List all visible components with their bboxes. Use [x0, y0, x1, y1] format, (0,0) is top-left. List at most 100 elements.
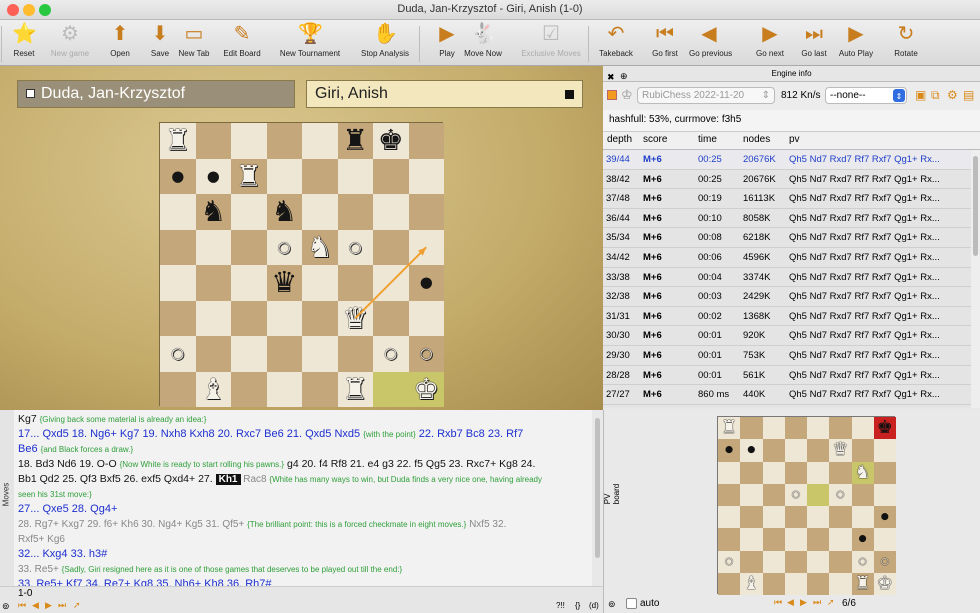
pv-last-icon[interactable]: ⏭: [813, 597, 821, 608]
moves-autoplay-icon[interactable]: ➚: [73, 600, 81, 611]
annotation-marks-button[interactable]: ?!!: [556, 601, 565, 610]
piece-f7[interactable]: ♛: [829, 439, 851, 461]
variation-d-button[interactable]: (d): [589, 601, 599, 610]
square-c8[interactable]: [762, 417, 785, 440]
square-f3[interactable]: [829, 528, 852, 551]
move-text[interactable]: Kg7: [18, 413, 40, 425]
piece-g3[interactable]: ●: [852, 528, 874, 550]
square-e5[interactable]: [807, 483, 830, 506]
auto-play-button[interactable]: ▶ Auto Play: [836, 22, 876, 58]
square-a6[interactable]: [718, 461, 741, 484]
square-h5[interactable]: [873, 483, 896, 506]
move-comment[interactable]: {White has many ways to win, but Duda fi…: [269, 475, 542, 484]
comment-braces-button[interactable]: {}: [575, 601, 580, 610]
engine-line-row[interactable]: 37/48 M+6 00:19 16113K Qh5 Nd7 Rxd7 Rf7 Rxf7…: [603, 189, 971, 209]
square-d4[interactable]: [784, 506, 807, 529]
engine-color-swatch[interactable]: [607, 90, 617, 100]
nav-circle-icon[interactable]: ⊚: [2, 601, 10, 612]
square-c1[interactable]: [762, 572, 785, 595]
new-tournament-button[interactable]: 🏆 New Tournament: [276, 22, 344, 58]
move-text[interactable]: Bb1 Qd2 25. Qf3 Bxf5 26. exf5 Qxd4+ 27.: [18, 473, 216, 485]
square-d3[interactable]: [784, 528, 807, 551]
engine-line-row[interactable]: 39/44 M+6 00:25 20676K Qh5 Nd7 Rxd7 Rf7 Rxf7…: [603, 150, 971, 170]
moves-first-icon[interactable]: ⏮: [18, 600, 26, 611]
go-last-button[interactable]: ⏭ Go last: [794, 22, 834, 58]
move-comment[interactable]: {Sadly, Giri resigned here as it is one …: [62, 565, 403, 574]
move-text[interactable]: Be6: [18, 443, 41, 455]
square-h6[interactable]: [873, 461, 896, 484]
col-score[interactable]: score: [643, 134, 667, 145]
move-comment[interactable]: {The brilliant point: this is a forced c…: [247, 520, 466, 529]
moves-side-tab[interactable]: Moves: [0, 410, 14, 586]
engine-line-row[interactable]: 35/34 M+6 00:08 6218K Qh5 Nd7 Rxd7 Rf7 Rxf7 …: [603, 228, 971, 248]
pv-close-icon[interactable]: ⊚: [608, 599, 616, 610]
move-text[interactable]: 33. Re5+ Kf7 34. Re7+ Kg8 35. Nh6+ Kh8 3…: [18, 578, 272, 586]
moves-prev-icon[interactable]: ◀: [32, 600, 39, 611]
square-d2[interactable]: [784, 550, 807, 573]
engine-settings-icon[interactable]: ⚙: [947, 88, 958, 102]
pv-chess-board[interactable]: ♜ ♚ ● ● ♛ ♞ ○ ○ ● ● ○ ○ ○ ♝ ♜ ♚: [717, 416, 896, 595]
square-d7[interactable]: [784, 439, 807, 462]
edit-board-button[interactable]: ✎ Edit Board: [222, 22, 262, 58]
square-c2[interactable]: [762, 550, 785, 573]
piece-g6[interactable]: ♞: [852, 462, 874, 484]
moves-scrollbar[interactable]: [592, 410, 603, 586]
move-now-button[interactable]: 🐇 Move Now: [463, 22, 503, 58]
move-text[interactable]: 33. Re5+: [18, 564, 62, 575]
square-d6[interactable]: [784, 461, 807, 484]
square-f1[interactable]: [829, 572, 852, 595]
exclusive-moves-button[interactable]: ☑ Exclusive Moves: [518, 22, 584, 58]
square-a1[interactable]: [718, 572, 741, 595]
engine-line-row[interactable]: 27/27 M+6 860 ms 440K Qh5 Nd7 Rxd7 Rf7 Rxf7 …: [603, 385, 971, 405]
auto-checkbox[interactable]: [626, 598, 637, 609]
square-c4[interactable]: [762, 506, 785, 529]
piece-a2[interactable]: ○: [718, 551, 740, 573]
go-previous-button[interactable]: ◀ Go previous: [689, 22, 732, 58]
engine-line-row[interactable]: 38/42 M+6 00:25 20676K Qh5 Nd7 Rxd7 Rf7 Rxf7…: [603, 170, 971, 190]
open-button[interactable]: ⬆ Open: [100, 22, 140, 58]
piece-f5[interactable]: ○: [829, 484, 851, 506]
move-text[interactable]: 18. Bd3 Nd6 19. O-O: [18, 458, 120, 470]
rotate-button[interactable]: ↻ Rotate: [886, 22, 926, 58]
moves-next-icon[interactable]: ▶: [45, 600, 52, 611]
square-a3[interactable]: [718, 528, 741, 551]
col-nodes[interactable]: nodes: [743, 134, 770, 145]
current-move[interactable]: Kh1: [215, 474, 241, 485]
col-time[interactable]: time: [698, 134, 717, 145]
square-h7[interactable]: [873, 439, 896, 462]
square-b5[interactable]: [740, 483, 763, 506]
square-a4[interactable]: [718, 506, 741, 529]
move-comment[interactable]: {with the point}: [363, 430, 415, 439]
square-e1[interactable]: [807, 572, 830, 595]
square-f6[interactable]: [829, 461, 852, 484]
engine-line-row[interactable]: 28/28 M+6 00:01 561K Qh5 Nd7 Rxd7 Rf7 Rxf7 Q…: [603, 366, 971, 386]
engine-scrollbar[interactable]: [971, 150, 980, 408]
moves-last-icon[interactable]: ⏭: [58, 600, 66, 611]
piece-a8[interactable]: ♜: [718, 417, 740, 439]
stop-analysis-button[interactable]: ✋ Stop Analysis: [355, 22, 415, 58]
square-f8[interactable]: [829, 417, 852, 440]
engine-option-select[interactable]: --none-- ⇕: [825, 87, 907, 104]
square-b4[interactable]: [740, 506, 763, 529]
engine-line-row[interactable]: 34/42 M+6 00:06 4596K Qh5 Nd7 Rxd7 Rf7 Rxf7 …: [603, 248, 971, 268]
piece-g2[interactable]: ○: [852, 551, 874, 573]
takeback-button[interactable]: ↶ Takeback: [596, 22, 636, 58]
square-e4[interactable]: [807, 506, 830, 529]
go-first-button[interactable]: ⏮ Go first: [645, 22, 685, 58]
square-g8[interactable]: [851, 417, 874, 440]
square-d8[interactable]: [784, 417, 807, 440]
pv-side-tab[interactable]: PV board: [603, 410, 621, 613]
move-text[interactable]: 17... Qxd5 18. Ng6+ Kg7 19. Nxh8 Kxh8 20…: [18, 428, 363, 440]
engine-line-row[interactable]: 33/38 M+6 00:04 3374K Qh5 Nd7 Rxd7 Rf7 Rxf7 …: [603, 268, 971, 288]
square-h3[interactable]: [873, 528, 896, 551]
square-c3[interactable]: [762, 528, 785, 551]
piece-a7[interactable]: ●: [718, 439, 740, 461]
pv-prev-icon[interactable]: ◀: [787, 597, 794, 608]
chess-board[interactable]: ♜ ♜ ♚ ● ● ♜ ♞ ♞ ○ ♞ ○ ♛ ● ♛ ○ ○ ○ ♝ ♜ ♚: [159, 122, 444, 407]
move-text[interactable]: Rac8: [241, 474, 270, 485]
square-e3[interactable]: [807, 528, 830, 551]
new-game-button[interactable]: ⚙ New game: [50, 22, 90, 58]
move-text[interactable]: 32... Kxg4 33. h3#: [18, 548, 107, 560]
piece-h4[interactable]: ●: [874, 506, 896, 528]
move-text[interactable]: Nxf5 32.: [466, 519, 506, 530]
